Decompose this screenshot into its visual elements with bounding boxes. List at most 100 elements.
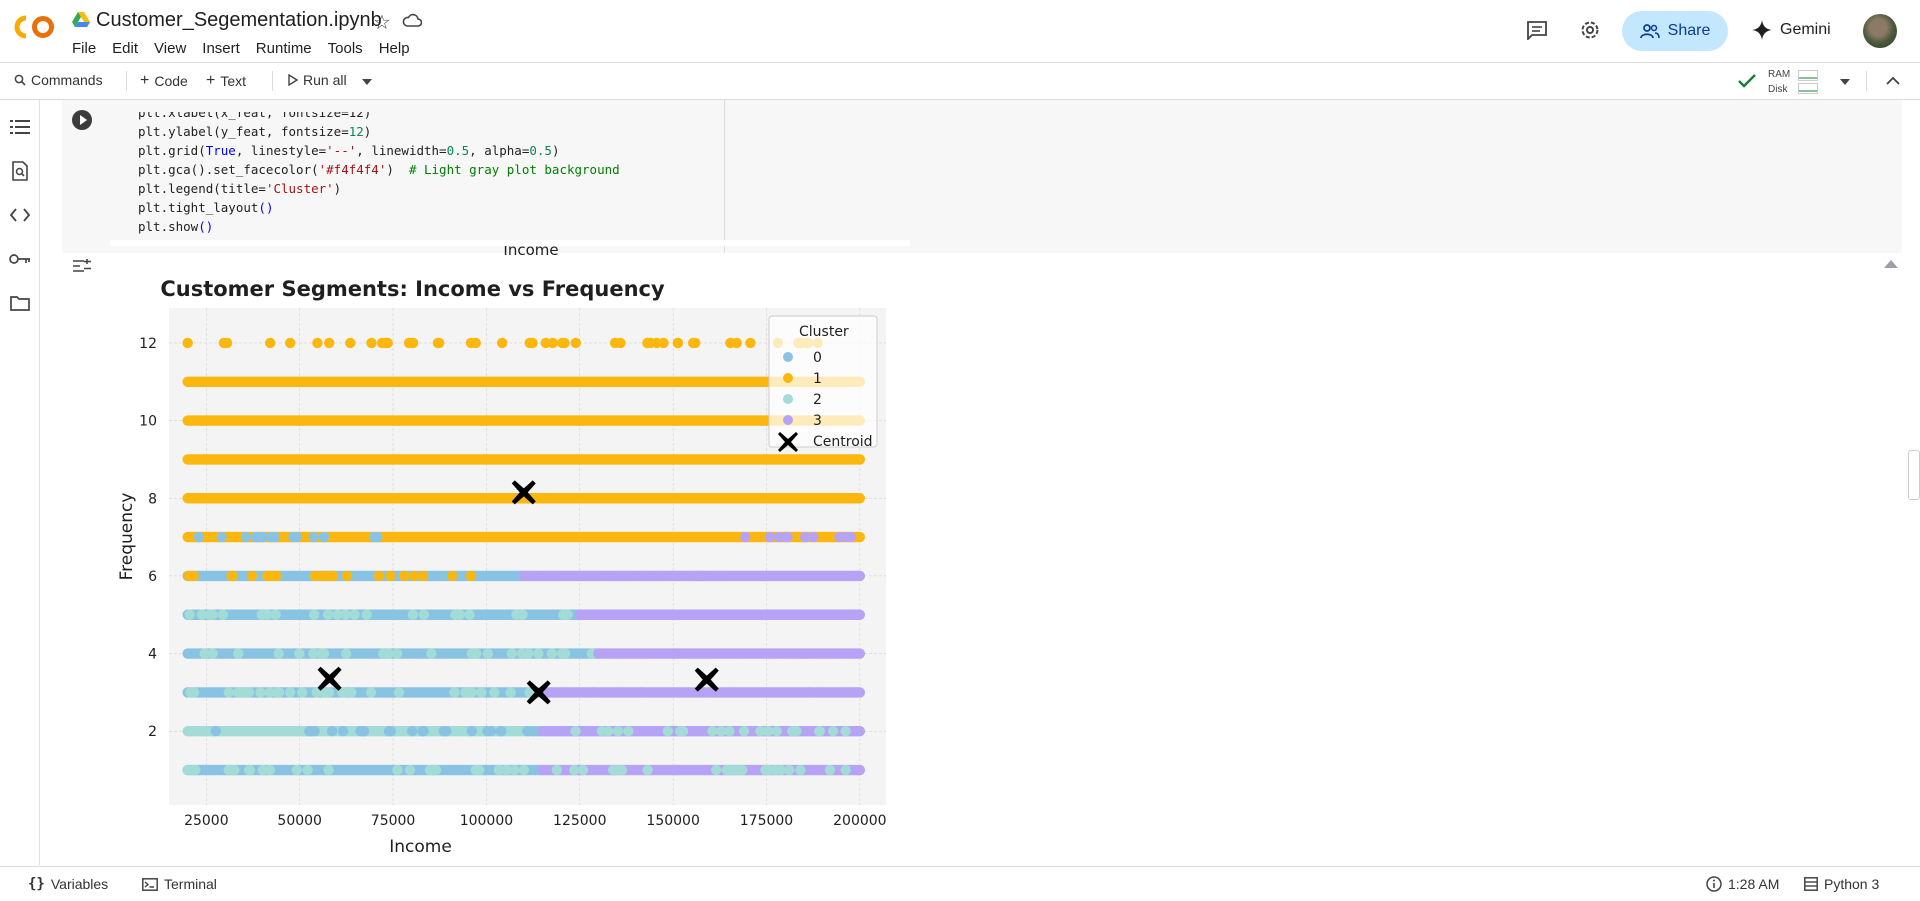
data-point <box>417 570 429 582</box>
avatar[interactable] <box>1863 14 1897 48</box>
code-line: plt.ylabel(y_feat, fontsize=12) <box>138 124 372 139</box>
code-snippets-icon[interactable] <box>9 204 31 226</box>
menu-view[interactable]: View <box>154 38 194 59</box>
data-point <box>570 726 581 737</box>
data-point <box>518 764 529 776</box>
gear-icon[interactable] <box>1578 18 1602 42</box>
resource-labels[interactable]: RAM Disk <box>1768 67 1790 97</box>
drive-icon[interactable] <box>72 12 90 28</box>
data-point <box>409 570 420 582</box>
data-point <box>791 726 802 737</box>
data-point <box>392 764 403 776</box>
data-point <box>721 764 733 776</box>
run-all-dropdown-icon[interactable] <box>362 79 372 85</box>
resource-usage-bars[interactable] <box>1798 69 1818 95</box>
gemini-button[interactable]: Gemini <box>1752 20 1831 40</box>
data-point <box>240 531 252 543</box>
menu-help[interactable]: Help <box>379 38 418 59</box>
toolbar-divider <box>126 71 127 91</box>
data-point <box>243 687 255 698</box>
run-all-button[interactable]: Run all <box>288 72 347 88</box>
data-point <box>257 764 269 776</box>
data-point <box>308 648 319 659</box>
y-axis-label: Frequency <box>117 493 137 581</box>
data-point <box>430 764 442 776</box>
data-point <box>784 764 795 776</box>
data-point <box>291 531 303 543</box>
data-point <box>645 337 656 349</box>
find-replace-icon[interactable] <box>9 160 31 182</box>
data-point <box>464 609 475 620</box>
data-point <box>449 687 460 698</box>
data-point <box>407 609 419 620</box>
menu-insert[interactable]: Insert <box>202 38 248 59</box>
status-bar: {} Variables Terminal 1:28 AM Python 3 <box>0 866 1920 901</box>
data-point <box>345 337 356 349</box>
data-point <box>265 337 276 349</box>
menu-runtime[interactable]: Runtime <box>256 38 320 59</box>
commands-label: Commands <box>31 72 103 88</box>
data-point <box>780 531 792 543</box>
server-icon <box>1804 877 1818 891</box>
files-folder-icon[interactable] <box>9 292 31 314</box>
data-point <box>482 648 494 659</box>
data-point <box>182 337 193 349</box>
commands-button[interactable]: Commands <box>14 72 103 88</box>
data-point <box>304 726 315 737</box>
x-tick-label: 150000 <box>646 813 699 829</box>
secrets-key-icon[interactable] <box>9 248 31 270</box>
data-point <box>349 609 360 620</box>
resources-dropdown-icon[interactable] <box>1840 79 1850 85</box>
execution-time[interactable]: 1:28 AM <box>1706 876 1779 892</box>
data-point <box>465 570 477 582</box>
colab-logo[interactable] <box>14 14 56 40</box>
menu-file[interactable]: File <box>72 38 104 59</box>
add-text-label: Text <box>220 73 247 89</box>
data-point <box>188 764 199 776</box>
data-point <box>808 531 819 543</box>
code-line: plt.gca().set_facecolor('#f4f4f4') # Lig… <box>138 162 620 177</box>
data-point <box>186 687 197 698</box>
data-point <box>207 609 218 620</box>
menu-tools[interactable]: Tools <box>328 38 371 59</box>
data-point <box>523 648 534 659</box>
menu-edit[interactable]: Edit <box>112 38 146 59</box>
data-point <box>559 648 571 659</box>
add-code-button[interactable]: + Code <box>140 72 188 90</box>
share-label: Share <box>1667 22 1711 39</box>
table-of-contents-icon[interactable] <box>9 116 31 138</box>
share-button[interactable]: Share <box>1622 11 1728 51</box>
data-point <box>407 726 418 737</box>
add-code-label: Code <box>154 73 188 89</box>
x-tick-label: 200000 <box>833 813 886 829</box>
data-point <box>380 337 392 349</box>
code-editor[interactable]: plt.xlabel(x_feat, fontsize=12) plt.ylabe… <box>138 93 620 255</box>
data-point <box>690 337 701 349</box>
data-point <box>795 764 806 776</box>
output-actions-icon[interactable] <box>72 258 92 274</box>
add-text-button[interactable]: + Text <box>206 72 246 90</box>
x-tick-label: 175000 <box>740 813 793 829</box>
data-point <box>273 648 284 659</box>
terminal-button[interactable]: Terminal <box>142 876 217 892</box>
legend-marker <box>783 352 793 362</box>
kernel-status[interactable]: Python 3 <box>1804 876 1879 892</box>
data-point <box>223 687 234 698</box>
run-cell-button[interactable] <box>72 110 92 130</box>
cloud-saved-icon[interactable] <box>402 12 422 28</box>
data-point <box>326 726 338 737</box>
variables-button[interactable]: {} Variables <box>28 876 108 892</box>
data-point <box>454 609 465 620</box>
star-icon[interactable]: ☆ <box>373 10 391 35</box>
comment-icon[interactable] <box>1526 20 1548 40</box>
terminal-label: Terminal <box>164 876 217 892</box>
data-point <box>269 531 280 543</box>
collapse-output-icon[interactable] <box>1884 260 1898 268</box>
scrollbar-thumb[interactable] <box>1908 450 1920 500</box>
notebook-title[interactable]: Customer_Segementation.ipynb <box>96 9 382 32</box>
data-point <box>193 531 205 543</box>
data-point <box>418 726 429 737</box>
legend-entry-label: 0 <box>813 350 822 366</box>
data-point <box>551 764 562 776</box>
collapse-header-icon[interactable] <box>1886 76 1900 85</box>
